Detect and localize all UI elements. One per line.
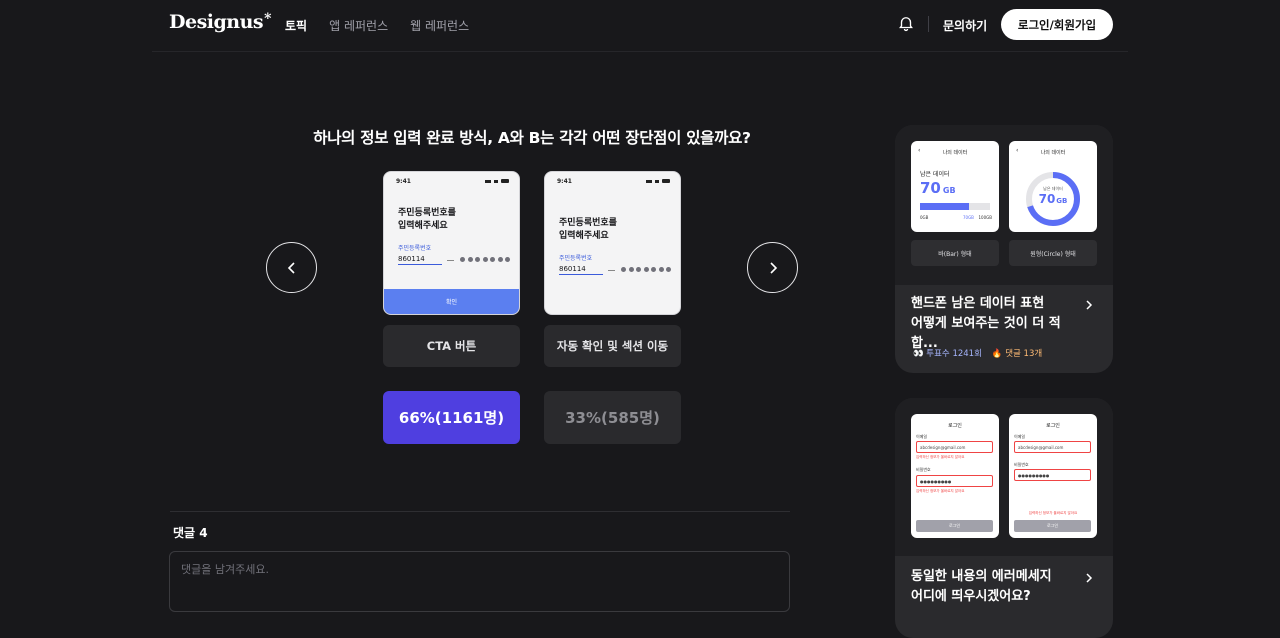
email-field: abcdesign@gmail.com <box>916 441 993 453</box>
chevron-right-icon <box>1086 573 1093 583</box>
main-nav: 토픽 앱 레퍼런스 웹 레퍼런스 <box>285 17 469 34</box>
option-b-label[interactable]: 자동 확인 및 섹션 이동 <box>544 325 681 367</box>
status-time: 9:41 <box>396 178 411 185</box>
phone-field-label: 주민등록번호 <box>559 255 593 262</box>
next-topic-button[interactable] <box>747 242 798 293</box>
email-field: abcdesign@gmail.com <box>1014 441 1091 453</box>
mini-login-button: 로그인 <box>1014 520 1091 532</box>
chevron-right-icon <box>1086 300 1093 310</box>
data-bar-scale: 0GB 70GB 100GB <box>920 215 992 220</box>
dash <box>447 260 454 261</box>
mini-phone-login-b: 로그인 이메일 abcdesign@gmail.com 비밀번호 ●●●●●●●… <box>1009 414 1097 538</box>
phone-field-value: 860114 <box>559 265 603 275</box>
related-topic-card-data[interactable]: ‹ 나의 데이터 남은 데이터 70 GB 0GB 70GB 100GB ‹ 나의… <box>895 125 1113 373</box>
option-a-result: 66%(1161명) <box>383 391 520 444</box>
mini-label-circle: 원형(Circle) 형태 <box>1009 240 1097 266</box>
comments-title: 댓글 4 <box>173 526 208 540</box>
dash <box>608 270 615 271</box>
phone-title: 주민등록번호를 입력해주세요 <box>398 208 456 231</box>
mini-value: 70 GB <box>920 179 956 197</box>
comments-divider <box>170 511 790 512</box>
card-title: 동일한 내용의 에러메세지 어디에 띄우시겠어요? <box>911 569 1052 604</box>
related-topic-card-error[interactable]: 로그인 이메일 abcdesign@gmail.com 입력하신 정보가 올바르… <box>895 398 1113 638</box>
option-b-preview[interactable]: 9:41 주민등록번호를 입력해주세요 주민등록번호 860114 <box>544 171 681 315</box>
option-a-label[interactable]: CTA 버튼 <box>383 325 520 367</box>
mini-phone-bar: ‹ 나의 데이터 남은 데이터 70 GB 0GB 70GB 100GB <box>911 141 999 232</box>
mini-phone-login-a: 로그인 이메일 abcdesign@gmail.com 입력하신 정보가 올바르… <box>911 414 999 538</box>
status-icons <box>646 179 670 183</box>
header-divider-line <box>152 51 1128 52</box>
fire-icon: 🔥 <box>991 349 1006 359</box>
ring-value: 70GB <box>1038 192 1068 206</box>
mini-phone-circle: ‹ 나의 데이터 남은 데이터 70GB <box>1009 141 1097 232</box>
eyes-icon: 👀 <box>913 349 927 359</box>
phone-title: 주민등록번호를 입력해주세요 <box>559 218 617 241</box>
nav-item-web-reference[interactable]: 웹 레퍼런스 <box>410 17 469 34</box>
masked-digits <box>621 267 671 272</box>
card-thumbnails: ‹ 나의 데이터 남은 데이터 70 GB 0GB 70GB 100GB ‹ 나의… <box>895 125 1113 285</box>
vote-count: 👀 투표수 1241회 <box>913 349 982 359</box>
comment-count: 🔥 댓글 13개 <box>991 349 1043 359</box>
top-navigation-bar: Designus* 토픽 앱 레퍼런스 웹 레퍼런스 문의하기 로그인/회원가입 <box>0 0 1280 52</box>
comment-input[interactable]: 댓글을 남겨주세요. <box>169 551 790 612</box>
option-a-preview[interactable]: 9:41 주민등록번호를 입력해주세요 주민등록번호 860114 확인 <box>383 171 520 315</box>
nav-item-app-reference[interactable]: 앱 레퍼런스 <box>329 17 388 34</box>
login-signup-button[interactable]: 로그인/회원가입 <box>1001 9 1113 40</box>
password-field: ●●●●●●●●● <box>1014 469 1091 481</box>
chevron-right-icon <box>769 261 777 274</box>
header-divider <box>928 16 929 32</box>
topic-question: 하나의 정보 입력 완료 방식, A와 B는 각각 어떤 장단점이 있을까요? <box>313 129 751 147</box>
chevron-left-icon <box>287 261 295 274</box>
mini-label-bar: 바(Bar) 형태 <box>911 240 999 266</box>
bell-icon[interactable] <box>897 14 915 32</box>
nav-item-topic[interactable]: 토픽 <box>285 17 307 34</box>
card-thumbnails: 로그인 이메일 abcdesign@gmail.com 입력하신 정보가 올바르… <box>895 398 1113 556</box>
status-time: 9:41 <box>557 178 572 185</box>
logo-star-mark: * <box>264 11 271 27</box>
data-bar-fill <box>920 203 969 210</box>
card-title: 핸드폰 남은 데이터 표현 어떻게 보여주는 것이 더 적합... <box>911 296 1061 351</box>
mini-label: 남은 데이터 <box>920 171 950 178</box>
password-field: ●●●●●●●●● <box>916 475 993 487</box>
phone-field-value: 860114 <box>398 255 442 265</box>
phone-confirm-button: 확인 <box>384 289 519 314</box>
masked-digits <box>460 257 510 262</box>
prev-topic-button[interactable] <box>266 242 317 293</box>
option-b-result: 33%(585명) <box>544 391 681 444</box>
contact-link[interactable]: 문의하기 <box>943 17 987 34</box>
status-icons <box>485 179 509 183</box>
data-bar-track <box>920 203 990 210</box>
card-meta: 👀 투표수 1241회 🔥 댓글 13개 <box>913 347 1042 359</box>
phone-field-label: 주민등록번호 <box>398 245 432 252</box>
designus-logo[interactable]: Designus* <box>169 11 271 33</box>
mini-login-button: 로그인 <box>916 520 993 532</box>
